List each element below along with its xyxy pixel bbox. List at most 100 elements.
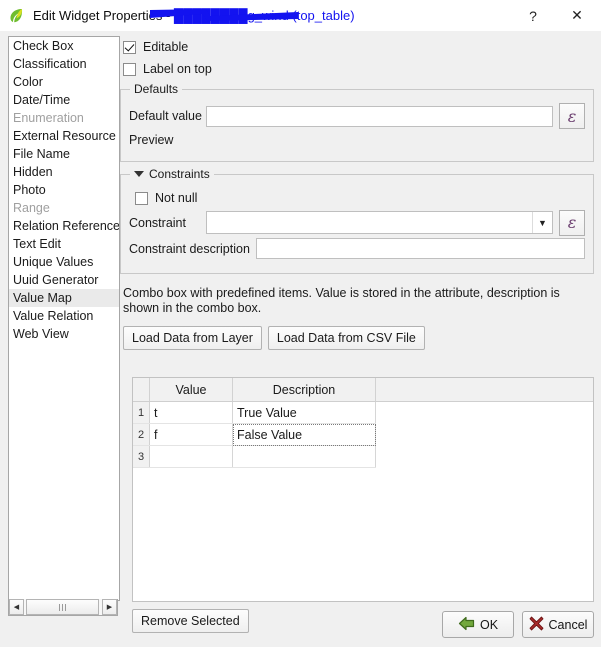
widget-list-item-relation-reference[interactable]: Relation Reference: [9, 217, 119, 235]
ok-arrow-icon: [458, 616, 475, 634]
widget-list-item-label: Check Box: [13, 39, 74, 53]
qgis-leaf-icon: [8, 7, 25, 24]
value-map-grid: Value Description 1 t True Value 2 f False Va…: [133, 378, 593, 468]
widget-list-item-unique-values[interactable]: Unique Values: [9, 253, 119, 271]
grip-icon: [59, 603, 66, 611]
widget-list-item-hidden[interactable]: Hidden: [9, 163, 119, 181]
scroll-left-button[interactable]: ◀: [9, 599, 24, 615]
filler-cell: [375, 401, 593, 424]
chevron-down-icon[interactable]: ▼: [532, 212, 552, 233]
table-header-row: Value Description: [133, 378, 593, 402]
constraint-description-row: Constraint description: [121, 236, 593, 261]
widget-list-item-label: Value Map: [13, 291, 72, 305]
widget-list-item-label: Text Edit: [13, 237, 61, 251]
table-row[interactable]: 1 t True Value: [133, 401, 593, 424]
defaults-title-label: Defaults: [134, 82, 179, 96]
default-value-label: Default value: [129, 109, 202, 123]
window-title-redacted-text: ████████g_wind (top_table): [173, 8, 355, 23]
value-cell[interactable]: f: [149, 423, 233, 446]
column-header-description[interactable]: Description: [232, 378, 376, 402]
column-header-value[interactable]: Value: [149, 378, 233, 402]
widget-list-item-label: External Resource: [13, 129, 116, 143]
widget-list-item-label: Web View: [13, 327, 69, 341]
description-cell[interactable]: False Value: [232, 423, 376, 446]
widget-list-item-photo[interactable]: Photo: [9, 181, 119, 199]
table-row[interactable]: 2 f False Value: [133, 423, 593, 446]
widget-list-item-uuid-generator[interactable]: Uuid Generator: [9, 271, 119, 289]
constraints-title-label: Constraints: [149, 167, 210, 181]
editable-label: Editable: [143, 40, 189, 54]
default-value-input[interactable]: [206, 105, 553, 127]
constraints-groupbox: Constraints Not null Constraint ▼ ε Cons…: [120, 167, 594, 274]
ok-button[interactable]: OK: [442, 611, 514, 638]
scroll-right-button[interactable]: ▶: [102, 599, 117, 615]
defaults-group-title: Defaults: [130, 82, 183, 96]
not-null-checkbox[interactable]: [135, 191, 148, 205]
label-on-top-checkbox-row[interactable]: Label on top: [123, 58, 594, 80]
widget-list-item-label: Relation Reference: [13, 219, 120, 233]
cancel-label: Cancel: [548, 617, 588, 632]
editable-checkbox-row[interactable]: Editable: [123, 36, 594, 58]
widget-list-item-file-name[interactable]: File Name: [9, 145, 119, 163]
widget-list-hscrollbar[interactable]: ◀ ▶: [8, 599, 118, 616]
widget-list-item-classification[interactable]: Classification: [9, 55, 119, 73]
widget-list-item-label: Range: [13, 201, 50, 215]
widget-list-item-range: Range: [9, 199, 119, 217]
row-number-cell[interactable]: 3: [133, 445, 150, 468]
load-data-from-layer-label: Load Data from Layer: [132, 331, 253, 345]
preview-row: Preview: [121, 130, 593, 150]
epsilon-icon: ε: [567, 106, 577, 126]
row-number-cell[interactable]: 2: [133, 423, 150, 446]
description-cell[interactable]: True Value: [232, 401, 376, 424]
load-data-from-layer-button[interactable]: Load Data from Layer: [123, 326, 262, 350]
row-number-cell[interactable]: 1: [133, 401, 150, 424]
widget-list-item-label: Uuid Generator: [13, 273, 99, 287]
widget-list-item-value-relation[interactable]: Value Relation: [9, 307, 119, 325]
filler-cell: [375, 423, 593, 446]
hscrollbar-track[interactable]: [24, 599, 102, 615]
constraint-description-input[interactable]: [255, 238, 585, 259]
not-null-label: Not null: [155, 191, 198, 205]
widget-list-item-label: Value Relation: [13, 309, 94, 323]
remove-selected-button[interactable]: Remove Selected: [132, 609, 249, 633]
widget-list-item-enumeration: Enumeration: [9, 109, 119, 127]
default-value-row: Default value ε: [121, 102, 593, 130]
widget-type-list[interactable]: Check Box Classification Color Date/Time Enu…: [8, 36, 120, 601]
value-cell[interactable]: [149, 445, 233, 468]
widget-list-item-value-map[interactable]: Value Map: [9, 289, 119, 307]
help-button[interactable]: ?: [511, 0, 555, 31]
widget-list-item-label: Hidden: [13, 165, 53, 179]
close-icon: ✕: [571, 7, 583, 23]
widget-list-item-text-edit[interactable]: Text Edit: [9, 235, 119, 253]
widget-list-item-color[interactable]: Color: [9, 73, 119, 91]
widget-list-item-label: Unique Values: [13, 255, 94, 269]
cancel-button[interactable]: Cancel: [522, 611, 594, 638]
widget-list-item-web-view[interactable]: Web View: [9, 325, 119, 343]
load-data-button-row: Load Data from Layer Load Data from CSV …: [123, 326, 591, 350]
load-data-from-csv-button[interactable]: Load Data from CSV File: [267, 326, 425, 350]
close-button[interactable]: ✕: [555, 0, 599, 31]
default-value-expression-button[interactable]: ε: [559, 103, 585, 129]
value-cell[interactable]: t: [149, 401, 233, 424]
window-title: Edit Widget Properties - ████████g_wind …: [33, 8, 355, 23]
hscrollbar-thumb[interactable]: [26, 599, 99, 615]
constraints-group-title[interactable]: Constraints: [130, 167, 214, 181]
widget-list-item-label: Classification: [13, 57, 87, 71]
editable-checkbox[interactable]: [123, 40, 136, 54]
close-x-icon: [529, 616, 544, 634]
label-on-top-checkbox[interactable]: [123, 62, 136, 76]
widget-list-item-date-time[interactable]: Date/Time: [9, 91, 119, 109]
value-map-description: Combo box with predefined items. Value i…: [123, 286, 560, 315]
chevron-right-icon: ▶: [106, 604, 113, 611]
description-cell[interactable]: [232, 445, 376, 468]
value-map-table[interactable]: Value Description 1 t True Value 2 f False Va…: [132, 377, 594, 602]
table-row[interactable]: 3: [133, 445, 593, 468]
chevron-down-icon[interactable]: [134, 171, 144, 177]
constraint-expression-button[interactable]: ε: [559, 209, 585, 236]
widget-list-item-check-box[interactable]: Check Box: [9, 37, 119, 55]
not-null-checkbox-row[interactable]: Not null: [135, 187, 593, 209]
help-icon: ?: [529, 7, 537, 24]
constraint-combobox[interactable]: ▼: [206, 211, 553, 234]
constraint-row: Constraint ▼ ε: [121, 209, 593, 236]
widget-list-item-external-resource[interactable]: External Resource: [9, 127, 119, 145]
